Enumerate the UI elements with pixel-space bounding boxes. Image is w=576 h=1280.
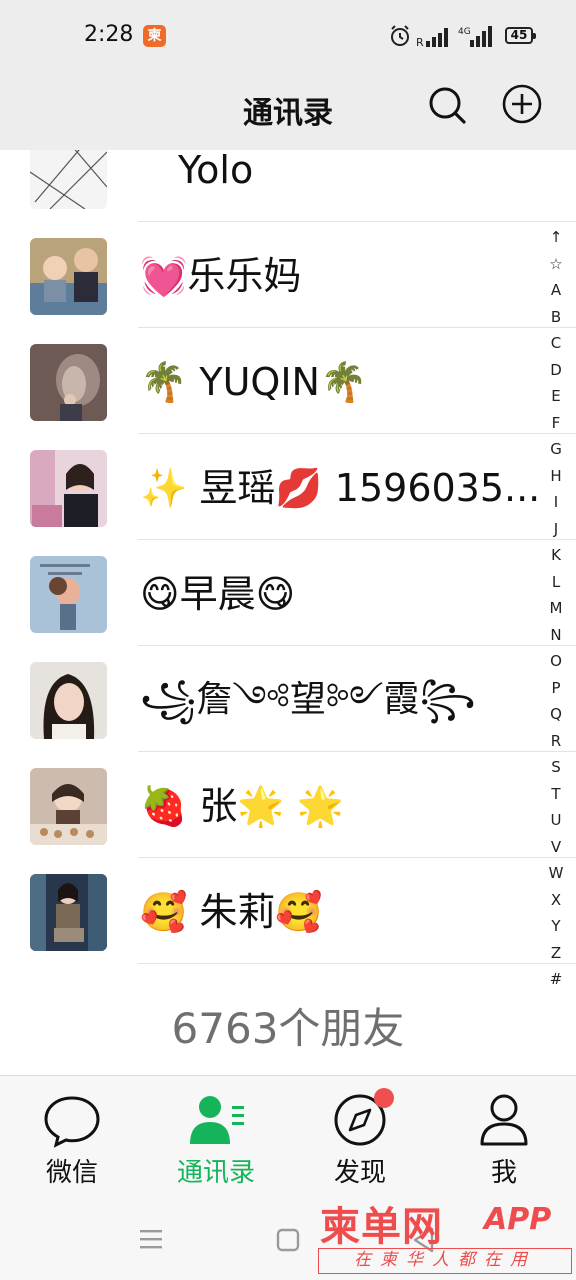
- alphabet-index-letter[interactable]: ☆: [541, 251, 571, 278]
- contacts-icon: [190, 1096, 244, 1144]
- avatar: [30, 344, 107, 421]
- avatar: [30, 556, 107, 633]
- alphabet-index-letter[interactable]: Q: [541, 701, 571, 728]
- alphabet-index-letter[interactable]: K: [541, 542, 571, 569]
- alphabet-index-letter[interactable]: O: [541, 648, 571, 675]
- alphabet-index-letter[interactable]: #: [541, 966, 571, 993]
- alphabet-index-letter[interactable]: Z: [541, 940, 571, 967]
- page-title: 通讯录: [243, 96, 333, 131]
- app-notification-icon: 柬: [143, 25, 166, 47]
- contact-name: Yolo: [178, 150, 254, 192]
- status-time: 2:28: [84, 22, 134, 47]
- contact-name: 💓乐乐妈: [140, 254, 302, 298]
- watermark-slogan: 在柬华人都在用: [318, 1248, 572, 1274]
- contact-row[interactable]: 💓乐乐妈: [0, 222, 576, 328]
- watermark-logo: 柬单网 APP 在柬华人都在用: [316, 1194, 574, 1276]
- contact-name: ✨ 昱瑶💋 1596035...: [140, 466, 540, 510]
- contact-name: 🌴 YUQIN🌴: [140, 360, 368, 404]
- tab-chats[interactable]: 微信: [12, 1076, 132, 1201]
- alarm-icon: [391, 25, 409, 46]
- contact-name: ꧁詹༺望༻霞꧂: [140, 679, 476, 720]
- alphabet-index-letter[interactable]: N: [541, 622, 571, 649]
- signal-strength-icon: R: [416, 28, 448, 48]
- divider: [138, 963, 576, 964]
- alphabet-index-letter[interactable]: H: [541, 463, 571, 490]
- avatar: [30, 662, 107, 739]
- watermark-app: APP: [484, 1202, 552, 1237]
- alphabet-index-letter[interactable]: M: [541, 595, 571, 622]
- contact-name: 🥰 朱莉🥰: [140, 890, 323, 934]
- home-icon[interactable]: [276, 1228, 300, 1252]
- alphabet-index-letter[interactable]: S: [541, 754, 571, 781]
- tab-label: 通讯录: [176, 1158, 255, 1188]
- alphabet-index-letter[interactable]: F: [541, 410, 571, 437]
- tab-label: 微信: [45, 1158, 98, 1188]
- header: 通讯录: [0, 72, 576, 150]
- alphabet-index-letter[interactable]: A: [541, 277, 571, 304]
- avatar: [30, 150, 107, 209]
- tab-label: 发现: [333, 1158, 386, 1188]
- friend-count: 6763个朋友: [171, 1004, 405, 1053]
- alphabet-index-letter[interactable]: G: [541, 436, 571, 463]
- tab-label: 我: [490, 1158, 517, 1188]
- alphabet-index-letter[interactable]: U: [541, 807, 571, 834]
- alphabet-index-letter[interactable]: D: [541, 357, 571, 384]
- battery-icon: 45: [505, 27, 536, 44]
- alphabet-index-letter[interactable]: ↑: [541, 224, 571, 251]
- alphabet-index-letter[interactable]: T: [541, 781, 571, 808]
- alphabet-index-letter[interactable]: Y: [541, 913, 571, 940]
- alphabet-index-letter[interactable]: R: [541, 728, 571, 755]
- contact-row[interactable]: 🌴 YUQIN🌴: [0, 328, 576, 434]
- alphabet-index-letter[interactable]: V: [541, 834, 571, 861]
- contact-row[interactable]: ✨ 昱瑶💋 1596035...: [0, 434, 576, 540]
- contact-row[interactable]: Yolo: [0, 150, 576, 222]
- avatar: [30, 238, 107, 315]
- menu-icon[interactable]: [138, 1226, 164, 1252]
- alphabet-index-letter[interactable]: L: [541, 569, 571, 596]
- contact-list: Yolo 💓乐乐妈 🌴 YUQIN🌴 ✨ 昱瑶💋 1596035... 😋早晨😋…: [0, 150, 576, 1075]
- alphabet-index-letter[interactable]: X: [541, 887, 571, 914]
- alphabet-index[interactable]: ↑ ☆ A B C D E F G H I J K L M N O P Q R S T U V W X Y Z #: [541, 224, 571, 993]
- contact-name: 🍓 张🌟 🌟: [140, 784, 345, 828]
- person-icon: [480, 1094, 528, 1146]
- avatar: [30, 450, 107, 527]
- contact-row[interactable]: ꧁詹༺望༻霞꧂: [0, 646, 576, 752]
- contact-row[interactable]: 😋早晨😋: [0, 540, 576, 646]
- notification-dot: [374, 1088, 394, 1108]
- status-bar: 2:28 柬 R 4G 45: [0, 0, 576, 72]
- tab-discover[interactable]: 发现: [300, 1076, 420, 1201]
- chat-bubble-icon: [44, 1096, 100, 1148]
- alphabet-index-letter[interactable]: W: [541, 860, 571, 887]
- tab-me[interactable]: 我: [444, 1076, 564, 1201]
- 4g-signal-icon: 4G: [458, 26, 492, 47]
- alphabet-index-letter[interactable]: C: [541, 330, 571, 357]
- search-icon[interactable]: [426, 84, 468, 126]
- tab-bar: 微信 通讯录 发现 我: [0, 1075, 576, 1200]
- contact-row[interactable]: 🍓 张🌟 🌟: [0, 752, 576, 858]
- avatar: [30, 768, 107, 845]
- tab-contacts[interactable]: 通讯录: [156, 1076, 276, 1201]
- add-icon[interactable]: [500, 82, 544, 126]
- svg-text:R: R: [416, 36, 424, 48]
- avatar: [30, 874, 107, 951]
- svg-text:4G: 4G: [458, 27, 471, 37]
- contact-row[interactable]: 🥰 朱莉🥰: [0, 858, 576, 964]
- alphabet-index-letter[interactable]: I: [541, 489, 571, 516]
- contact-name: 😋早晨😋: [140, 572, 296, 616]
- alphabet-index-letter[interactable]: P: [541, 675, 571, 702]
- alphabet-index-letter[interactable]: E: [541, 383, 571, 410]
- watermark-title: 柬单网: [320, 1204, 443, 1250]
- alphabet-index-letter[interactable]: J: [541, 516, 571, 543]
- alphabet-index-letter[interactable]: B: [541, 304, 571, 331]
